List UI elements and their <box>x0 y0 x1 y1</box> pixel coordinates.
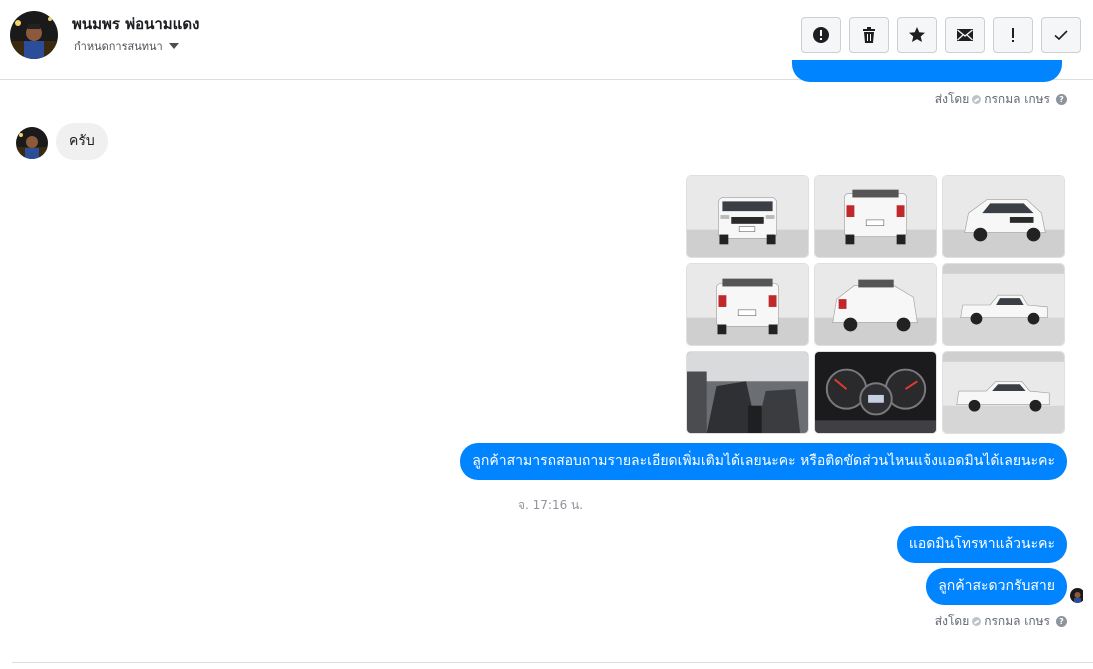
photo-thumbnail[interactable] <box>686 175 809 258</box>
previous-outgoing-bubble <box>792 60 1062 82</box>
photo-thumbnail[interactable] <box>942 175 1065 258</box>
envelope-icon <box>957 29 973 41</box>
alert-circle-icon <box>813 27 829 43</box>
delete-button[interactable] <box>849 17 889 53</box>
photo-thumbnail[interactable] <box>686 351 809 434</box>
sent-by-label: ส่งโดย <box>934 614 970 628</box>
contact-avatar-small[interactable] <box>16 127 48 159</box>
sender-name: กรกมล เกษร <box>984 92 1050 106</box>
chevron-down-icon <box>168 43 179 49</box>
star-button[interactable] <box>897 17 937 53</box>
message-timestamp: จ. 17:16 น. <box>518 498 584 512</box>
incoming-message-bubble[interactable]: ครับ <box>56 123 108 160</box>
conversation-toolbar <box>801 17 1081 53</box>
check-icon <box>1054 30 1068 41</box>
contact-name[interactable]: พนมพร พ่อนามแดง <box>72 12 199 36</box>
photo-thumbnail[interactable] <box>942 263 1065 346</box>
exclamation-icon <box>1012 28 1014 42</box>
help-icon[interactable]: ? <box>1056 94 1067 105</box>
assign-conversation-dropdown[interactable]: กำหนดการสนทนา <box>74 37 179 55</box>
photo-thumbnail[interactable] <box>942 351 1065 434</box>
mark-unread-button[interactable] <box>945 17 985 53</box>
follow-up-button[interactable] <box>993 17 1033 53</box>
assign-label: กำหนดการสนทนา <box>74 40 163 53</box>
photo-grid <box>686 175 1066 434</box>
sent-by-label: ส่งโดย <box>934 92 970 106</box>
check-circle-icon <box>972 617 982 626</box>
photo-thumbnail[interactable] <box>814 351 937 434</box>
photo-thumbnail[interactable] <box>814 175 937 258</box>
outgoing-message-bubble[interactable]: ลูกค้าสะดวกรับสาย <box>926 568 1067 605</box>
sent-by-info: ส่งโดย กรกมล เกษร ? <box>935 612 1067 631</box>
outgoing-message-bubble[interactable]: แอดมินโทรหาแล้วนะคะ <box>896 526 1067 563</box>
star-icon <box>909 27 925 42</box>
photo-thumbnail[interactable] <box>686 263 809 346</box>
contact-avatar[interactable] <box>10 11 58 59</box>
help-icon[interactable]: ? <box>1056 616 1067 627</box>
sent-by-info: ส่งโดย กรกมล เกษร ? <box>935 90 1067 109</box>
scrollbar[interactable] <box>1083 80 1093 669</box>
sender-name: กรกมล เกษร <box>984 614 1050 628</box>
mark-done-button[interactable] <box>1041 17 1081 53</box>
composer-divider <box>12 662 1093 663</box>
trash-icon <box>863 27 875 43</box>
check-circle-icon <box>972 95 982 104</box>
mark-spam-button[interactable] <box>801 17 841 53</box>
outgoing-message-bubble[interactable]: ลูกค้าสามารถสอบถามรายละเอียดเพิ่มเติมได้… <box>460 443 1067 480</box>
photo-thumbnail[interactable] <box>814 263 937 346</box>
